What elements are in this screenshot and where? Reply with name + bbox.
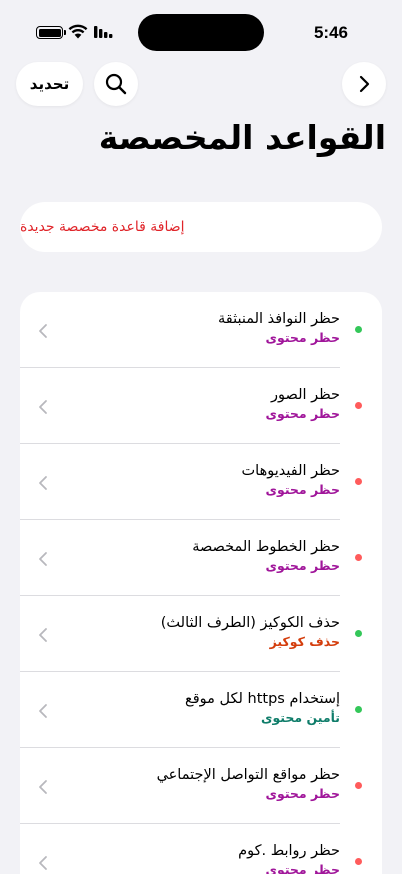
search-icon [105, 73, 127, 95]
battery-cap [64, 30, 66, 35]
rule-title: إستخدام https لكل موقع [185, 691, 340, 707]
chevron-left-icon [39, 704, 47, 718]
rule-title: حظر الفيديوهات [241, 463, 340, 479]
rule-status-dot [355, 554, 362, 561]
dynamic-island [138, 14, 264, 51]
rule-row[interactable]: إستخدام https لكل موقع تأمين محتوى [20, 672, 382, 748]
rule-status-dot [355, 402, 362, 409]
rule-category: حظر محتوى [265, 862, 340, 874]
status-bar: 5:46 [0, 0, 402, 60]
rule-row[interactable]: حذف الكوكيز (الطرف الثالث) حذف كوكيز [20, 596, 382, 672]
rule-text: حظر الصور حظر محتوى [70, 385, 340, 423]
custom-rules-list: حظر النوافذ المنبثقة حظر محتوى حظر الصور… [20, 292, 382, 874]
rule-text: حظر النوافذ المنبثقة حظر محتوى [70, 309, 340, 347]
chevron-left-icon [39, 400, 47, 414]
rule-row[interactable]: حظر مواقع التواصل الإجتماعي حظر محتوى [20, 748, 382, 824]
rule-title: حظر روابط .كوم [238, 843, 340, 859]
rule-row[interactable]: حظر النوافذ المنبثقة حظر محتوى [20, 292, 382, 368]
chevron-left-icon [39, 552, 47, 566]
rule-title: حظر الخطوط المخصصة [192, 539, 340, 555]
rule-status-dot [355, 858, 362, 865]
rule-text: حذف الكوكيز (الطرف الثالث) حذف كوكيز [70, 613, 340, 651]
rule-text: حظر الخطوط المخصصة حظر محتوى [70, 537, 340, 575]
rule-text: إستخدام https لكل موقع تأمين محتوى [70, 689, 340, 727]
rule-row[interactable]: حظر الخطوط المخصصة حظر محتوى [20, 520, 382, 596]
chevron-right-icon [359, 75, 370, 93]
chevron-left-icon [39, 324, 47, 338]
rule-title: حذف الكوكيز (الطرف الثالث) [160, 615, 340, 631]
chevron-left-icon [39, 856, 47, 870]
wifi-icon [68, 24, 88, 39]
rule-title: حظر النوافذ المنبثقة [217, 311, 340, 327]
chevron-left-icon [39, 476, 47, 490]
rule-row[interactable]: حظر روابط .كوم حظر محتوى [20, 824, 382, 874]
rule-category: حظر محتوى [265, 406, 340, 421]
refresh-button-label: تحديد [29, 75, 70, 93]
page-title: القواعد المخصصة [98, 118, 387, 157]
rule-status-dot [355, 326, 362, 333]
add-custom-rule-label: إضافة قاعدة مخصصة جديدة [20, 219, 185, 235]
rule-status-dot [355, 478, 362, 485]
rule-category: حظر محتوى [265, 786, 340, 801]
rule-row[interactable]: حظر الصور حظر محتوى [20, 368, 382, 444]
rule-text: حظر مواقع التواصل الإجتماعي حظر محتوى [70, 765, 340, 803]
rule-status-dot [355, 706, 362, 713]
rule-category: تأمين محتوى [261, 710, 340, 725]
rule-category: حظر محتوى [265, 330, 340, 345]
refresh-button[interactable]: تحديد [16, 62, 83, 106]
status-time: 5:46 [313, 23, 348, 42]
rule-text: حظر الفيديوهات حظر محتوى [70, 461, 340, 499]
chevron-left-icon [39, 780, 47, 794]
add-custom-rule-button[interactable]: إضافة قاعدة مخصصة جديدة [20, 202, 382, 252]
back-button[interactable] [342, 62, 386, 106]
rule-status-dot [355, 630, 362, 637]
rule-category: حظر محتوى [265, 558, 340, 573]
rule-title: حظر الصور [271, 387, 340, 403]
rule-status-dot [355, 782, 362, 789]
rule-row[interactable]: حظر الفيديوهات حظر محتوى [20, 444, 382, 520]
cellular-signal-icon [94, 26, 113, 38]
rule-category: حظر محتوى [265, 482, 340, 497]
rule-category: حذف كوكيز [269, 634, 340, 649]
rule-title: حظر مواقع التواصل الإجتماعي [156, 767, 340, 783]
chevron-left-icon [39, 628, 47, 642]
battery-icon [36, 26, 63, 39]
search-button[interactable] [94, 62, 138, 106]
rule-text: حظر روابط .كوم حظر محتوى [70, 841, 340, 874]
